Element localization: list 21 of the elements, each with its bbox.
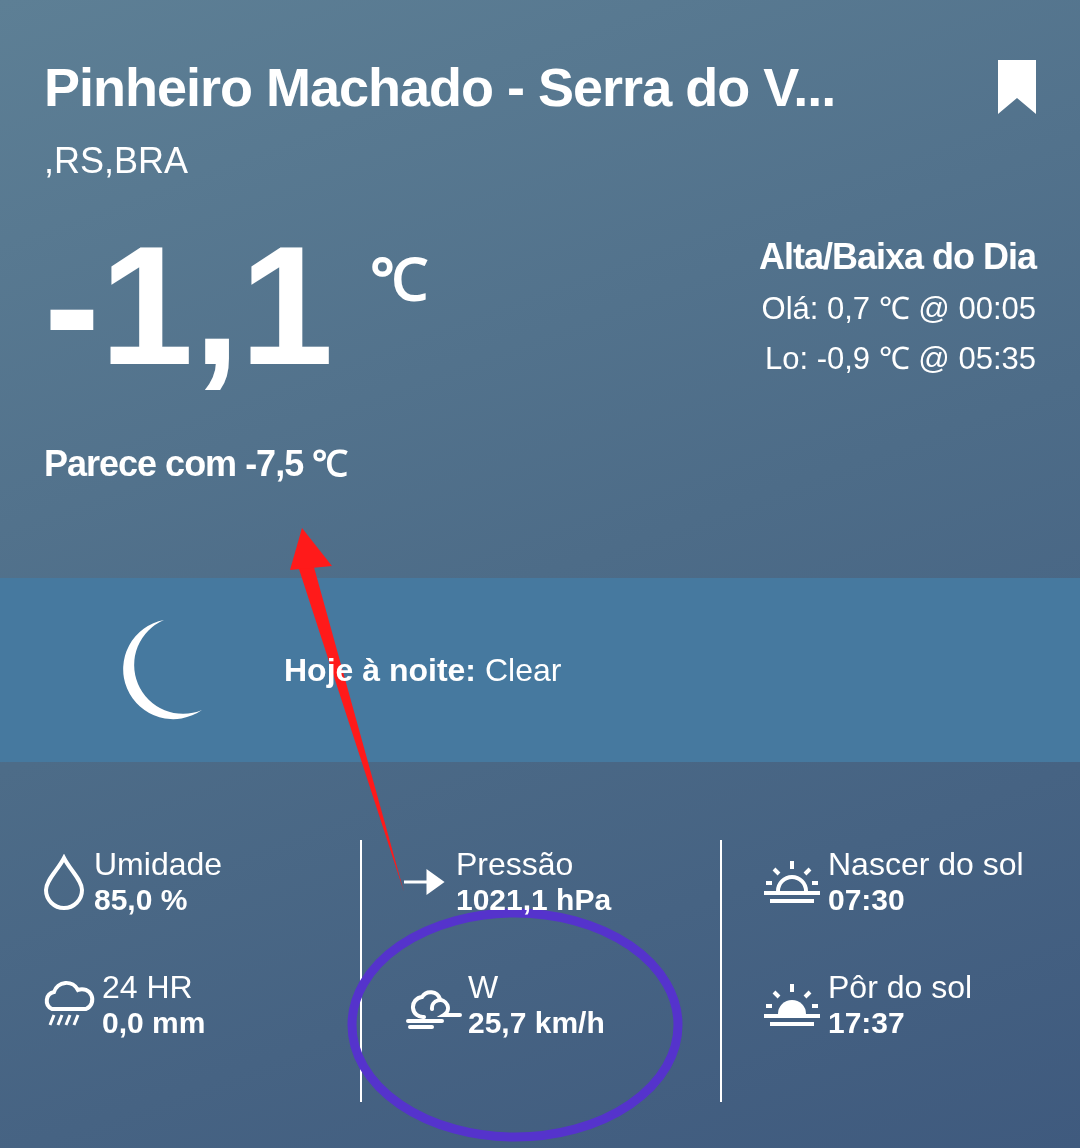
low-temperature: Lo: -0,9 ℃ @ 05:35 xyxy=(765,340,1036,378)
location-region: ,RS,BRA xyxy=(44,140,190,182)
detail-value: 1021,1 hPa xyxy=(456,883,612,917)
detail-value: 0,0 mm xyxy=(102,1006,206,1040)
detail-label: Pressão xyxy=(456,846,575,883)
detail-value: 25,7 km/h xyxy=(468,1006,605,1040)
high-temperature: Olá: 0,7 ℃ @ 00:05 xyxy=(761,290,1036,328)
high-low-title: Alta/Baixa do Dia xyxy=(758,236,1036,278)
detail-value: 85,0 % xyxy=(94,883,189,917)
detail-value: 07:30 xyxy=(828,883,906,917)
temperature: -1,1 xyxy=(44,222,334,390)
bookmark-icon[interactable] xyxy=(998,60,1036,114)
detail-value: 17:37 xyxy=(828,1006,906,1040)
location-title: Pinheiro Machado - Serra do V... xyxy=(44,56,836,118)
detail-label: Pôr do sol xyxy=(828,969,973,1006)
detail-label: 24 HR xyxy=(102,969,194,1006)
temperature-unit: ℃ xyxy=(369,246,428,314)
detail-label: Umidade xyxy=(94,846,223,883)
detail-label: W xyxy=(468,969,500,1006)
feels-like: Parece com -7,5 ℃ xyxy=(44,442,349,486)
detail-label: Nascer do sol xyxy=(828,846,1024,883)
